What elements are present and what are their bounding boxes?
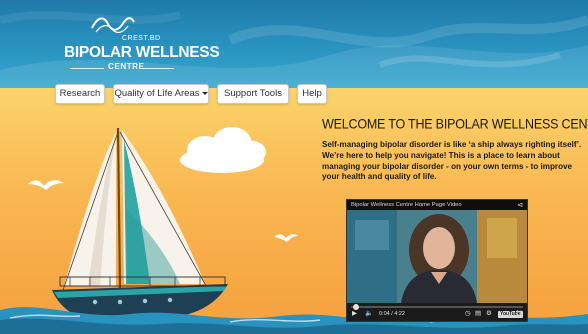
welcome-section: WELCOME TO THE BIPOLAR WELLNESS CENTRE S…: [322, 116, 588, 183]
logo-subtitle-row: CENTRE: [64, 62, 174, 74]
chevron-down-icon: [201, 91, 208, 95]
intro-video-player[interactable]: Bipolar Wellness Centre Home Page Video …: [346, 199, 528, 322]
captions-icon[interactable]: ▤: [475, 310, 481, 318]
cloud-icon: [180, 127, 266, 173]
video-thumbnail[interactable]: [347, 210, 527, 303]
wave-logo-icon: [91, 17, 135, 33]
site-header: CREST.BD BIPOLAR WELLNESS CENTRE: [0, 0, 588, 88]
seagull-icon: [274, 234, 298, 242]
nav-quality-of-life-dropdown[interactable]: Quality of Life Areas: [113, 84, 209, 104]
share-icon[interactable]: ⊲: [517, 201, 523, 209]
intro-paragraph: Self-managing bipolar disorder is like ‘…: [322, 140, 582, 182]
logo-subtitle: CENTRE: [108, 62, 145, 71]
nav-support-tools-button[interactable]: Support Tools: [217, 84, 289, 104]
nav-help-label: Help: [302, 88, 322, 99]
logo-crest-text: CREST.BD: [122, 35, 161, 42]
nav-support-tools-label: Support Tools: [224, 88, 282, 99]
nav-research-label: Research: [59, 88, 101, 99]
nav-quality-of-life-label: Quality of Life Areas: [114, 88, 200, 99]
video-time: 0:04 / 4:22: [379, 311, 405, 317]
site-logo[interactable]: CREST.BD BIPOLAR WELLNESS CENTRE: [60, 14, 220, 78]
video-progress-bar[interactable]: [351, 304, 523, 310]
logo-rule-left: [70, 68, 104, 69]
main-sail: [64, 132, 116, 286]
volume-icon[interactable]: 🔈: [365, 310, 373, 318]
logo-title: BIPOLAR WELLNESS: [64, 44, 220, 61]
nav-help-button[interactable]: Help: [297, 84, 327, 104]
seagull-icon: [28, 180, 64, 190]
page-title: WELCOME TO THE BIPOLAR WELLNESS CENTRE: [322, 116, 588, 132]
logo-rule-right: [142, 68, 174, 69]
nav-research-button[interactable]: Research: [55, 84, 105, 104]
watch-later-icon[interactable]: ◷: [465, 310, 471, 318]
settings-gear-icon[interactable]: ⚙: [486, 310, 492, 318]
fullscreen-icon[interactable]: ⛶: [517, 310, 522, 318]
page: CREST.BD BIPOLAR WELLNESS CENTRE Researc…: [0, 0, 588, 334]
video-controls: ▶ 🔈 0:04 / 4:22 ◷ ▤ ⚙ YouTube ⛶: [347, 303, 527, 321]
video-title[interactable]: Bipolar Wellness Centre Home Page Video: [351, 202, 462, 208]
play-icon[interactable]: ▶: [352, 310, 357, 318]
